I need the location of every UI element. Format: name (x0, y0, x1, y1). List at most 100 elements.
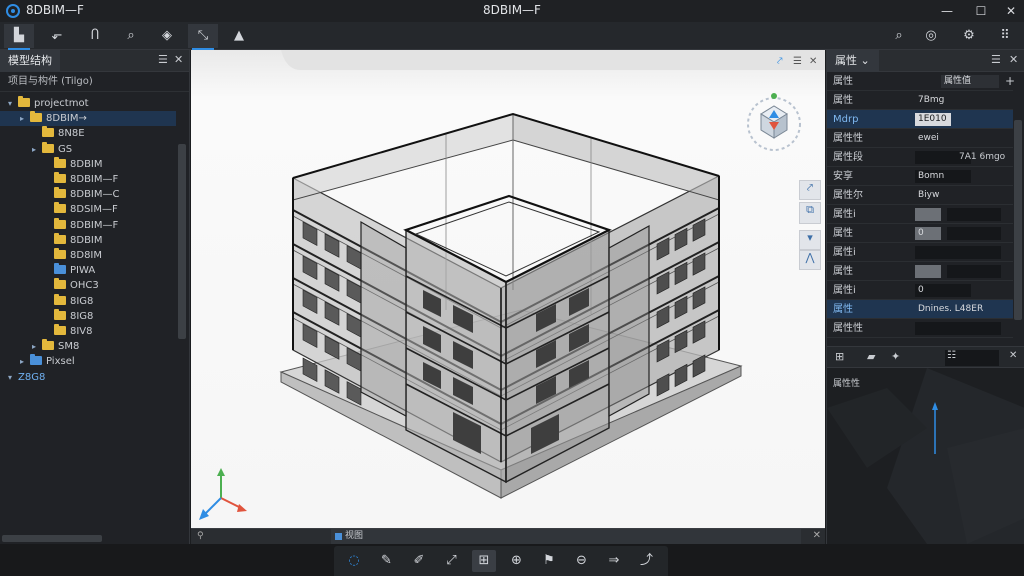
property-value-field[interactable] (947, 227, 1001, 240)
property-value[interactable] (915, 208, 941, 221)
property-value-field[interactable] (947, 265, 1001, 278)
property-row[interactable]: 属性 Dnines. L48ER (827, 300, 1013, 319)
tree-expand-icon[interactable]: ▾ (8, 370, 18, 385)
3d-viewport[interactable]: ⤤ ☰ ✕ ⤤ ⧉ ▾ ⋀ (191, 50, 825, 528)
globe-icon[interactable]: ◎ (916, 24, 946, 48)
mini-grid-icon[interactable]: ⊞ (835, 350, 844, 363)
viewport-collapse-button[interactable]: ⋀ (799, 250, 821, 270)
tree-item[interactable]: ▸ Pixsel (0, 354, 176, 369)
pen-icon[interactable]: ✎ (375, 550, 399, 572)
dimension-icon[interactable]: ⤢ (440, 550, 464, 572)
tree-item[interactable]: PIWA (0, 263, 176, 278)
tree-item[interactable]: ▾ projectmot (0, 96, 176, 111)
mini-close-icon[interactable]: ✕ (1009, 350, 1017, 361)
tree-item[interactable]: 8IG8 (0, 308, 176, 324)
layers-icon[interactable]: ◈ (152, 24, 182, 48)
measure-icon[interactable]: ⤡ (188, 24, 218, 50)
properties-close-icon[interactable]: ✕ (1009, 53, 1018, 66)
property-row[interactable]: 属性i (827, 243, 1013, 262)
tree-item[interactable]: 8IV8 (0, 324, 176, 339)
add-property-icon[interactable]: + (1005, 72, 1015, 91)
property-value-field[interactable] (947, 246, 1001, 259)
mini-preview[interactable]: 属性性 (827, 368, 1024, 544)
property-row[interactable]: 属性i 0 (827, 281, 1013, 300)
tree-item[interactable]: 8N8E (0, 126, 176, 141)
orbit-icon[interactable]: ◌ (342, 550, 366, 572)
properties-scrollbar[interactable] (1014, 120, 1022, 320)
property-value[interactable]: Bomn (915, 170, 971, 183)
property-value-field[interactable] (947, 322, 1001, 335)
target-icon[interactable]: ⊖ (570, 550, 594, 572)
viewport-home-button[interactable]: ⤤ (799, 180, 821, 200)
tree-item[interactable]: ▾ Z8G8 (0, 370, 176, 385)
property-value[interactable]: 1E010 (915, 113, 951, 126)
viewport-pin-icon[interactable]: ⚲ (197, 531, 204, 541)
property-row[interactable]: Mdrp 1E010 (827, 110, 1013, 129)
tree-item[interactable]: 8DBIM (0, 156, 176, 172)
tab-model-tree[interactable]: 模型结构 (0, 50, 60, 72)
export-icon[interactable]: ⤴ (635, 550, 659, 572)
tree-expand-icon[interactable]: ▸ (32, 142, 42, 157)
mini-pin-icon[interactable]: ✦ (891, 350, 900, 363)
property-row[interactable]: 属性 7Bmg (827, 91, 1013, 110)
property-value[interactable]: 0 (915, 227, 941, 240)
property-value[interactable]: ewei (915, 132, 942, 145)
property-value[interactable]: 0 (915, 284, 971, 297)
property-value[interactable]: 7Bmg (915, 94, 947, 107)
arrow-icon[interactable]: ⇒ (602, 550, 626, 572)
tree-item[interactable]: 8DBIM—C (0, 187, 176, 202)
file-icon[interactable]: ▙ (4, 24, 34, 50)
property-value[interactable]: Dnines. L48ER (915, 303, 1001, 316)
tab-properties[interactable]: 属性 ⌄ (827, 50, 879, 72)
tree-item[interactable]: OHC3 (0, 278, 176, 293)
tree-item[interactable]: 8DBIM—F (0, 217, 176, 233)
panel-menu-icon[interactable]: ☰ (158, 53, 168, 66)
viewport-bar-close-icon[interactable]: ✕ (813, 530, 821, 541)
tree-expand-icon[interactable]: ▸ (20, 354, 30, 369)
tree-item[interactable]: 8IG8 (0, 293, 176, 309)
property-row[interactable]: 属性尔 Biyw (827, 186, 1013, 205)
zoom-fit-icon[interactable]: ⊕ (505, 550, 529, 572)
property-row[interactable]: 属性 (827, 262, 1013, 281)
grid-icon[interactable]: ⠿ (990, 24, 1020, 48)
gear-icon[interactable]: ⚙ (954, 24, 984, 48)
close-window-button[interactable]: ✕ (1002, 2, 1020, 20)
tree-item[interactable]: ▸ GS (0, 141, 176, 157)
import-icon[interactable]: ⬐ (42, 24, 72, 48)
section-box-icon[interactable]: ⊞ (472, 550, 496, 572)
walk-icon[interactable]: ⚑ (537, 550, 561, 572)
minimize-button[interactable]: — (938, 2, 956, 20)
zoom-icon[interactable]: ⌕ (884, 24, 914, 48)
viewport-expand-button[interactable]: ▾ (799, 230, 821, 250)
property-value-field[interactable] (947, 208, 1001, 221)
render-icon[interactable]: ▲ (224, 24, 254, 48)
tree-item[interactable]: ▸ SM8 (0, 339, 176, 354)
view-tab[interactable]: 视图 (331, 529, 801, 544)
property-row[interactable]: 安享 Bomn (827, 167, 1013, 186)
maximize-button[interactable]: ☐ (972, 2, 990, 20)
properties-menu-icon[interactable]: ☰ (991, 53, 1001, 66)
property-row[interactable]: 属性性 ewei (827, 129, 1013, 148)
tree-horizontal-scrollbar[interactable] (2, 535, 102, 542)
property-row[interactable]: 属性 0 (827, 224, 1013, 243)
mini-cube-icon[interactable]: ▰ (867, 350, 875, 363)
tree-item[interactable]: 8DSIM—F (0, 202, 176, 217)
tree-expand-icon[interactable]: ▸ (20, 111, 30, 126)
panel-close-icon[interactable]: ✕ (174, 53, 183, 66)
tree-item[interactable]: 8DBIM (0, 232, 176, 248)
edit-icon[interactable]: ✐ (407, 550, 431, 572)
property-value[interactable]: Biyw (915, 189, 942, 202)
tree-expand-icon[interactable]: ▸ (32, 339, 42, 354)
tree-expand-icon[interactable]: ▾ (8, 96, 18, 111)
tree-item[interactable]: 8D8IM (0, 248, 176, 263)
property-row[interactable]: 属性i (827, 205, 1013, 224)
tree-item[interactable]: ▸ 8DBIM→ (0, 111, 176, 127)
search-icon[interactable]: ⌕ (116, 24, 146, 48)
tree-scrollbar[interactable] (178, 144, 186, 339)
tree-item[interactable]: 8DBIM—F (0, 172, 176, 187)
property-row[interactable]: 属性性 (827, 319, 1013, 338)
model-icon[interactable]: Ⴖ (80, 24, 110, 48)
viewport-section-button[interactable]: ⧉ (799, 202, 821, 224)
property-row[interactable]: 属性段 7A1 6mgo (827, 148, 1013, 167)
property-value[interactable] (915, 265, 941, 278)
